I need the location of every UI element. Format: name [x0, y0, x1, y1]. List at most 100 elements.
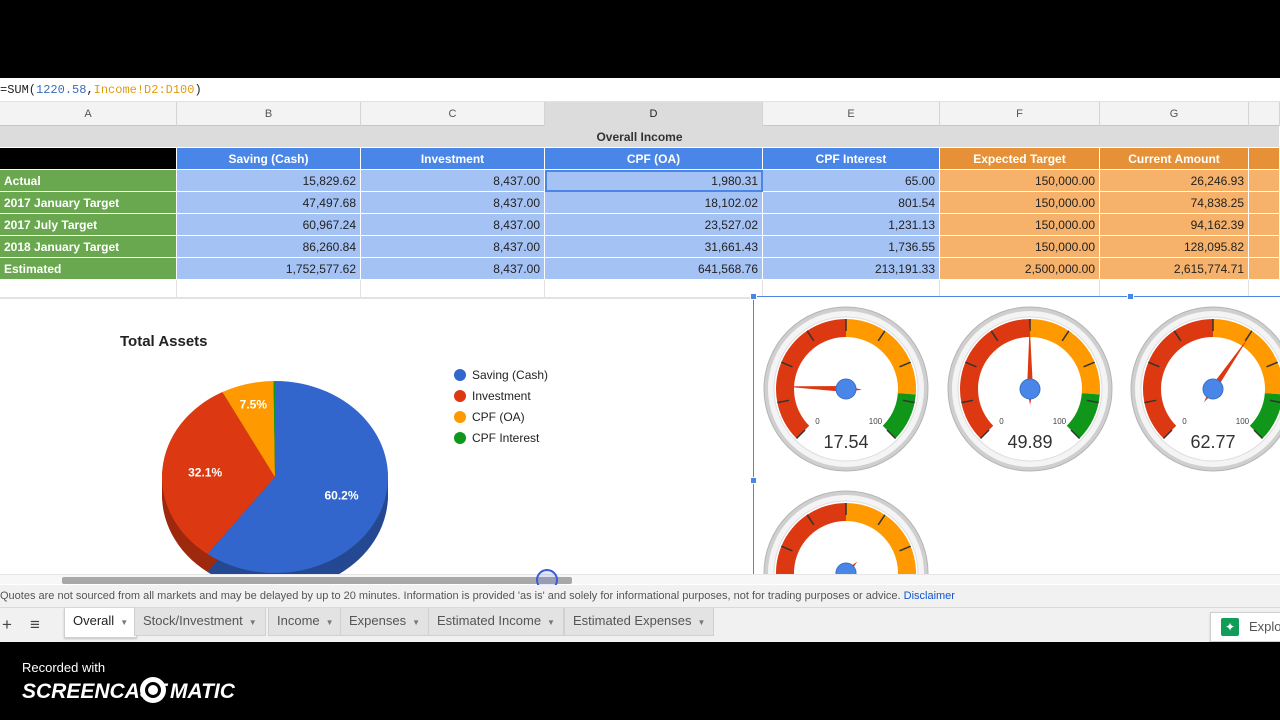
- column-header-f[interactable]: F: [940, 102, 1100, 126]
- empty-cell[interactable]: [361, 280, 545, 298]
- all-sheets-icon[interactable]: ≡: [22, 608, 48, 642]
- cell-saving-cash[interactable]: 60,967.24: [177, 214, 361, 236]
- tab-overall[interactable]: Overall ▼: [64, 608, 138, 638]
- header-cpf-oa[interactable]: CPF (OA): [545, 148, 763, 170]
- pie-data-label: 60.2%: [324, 489, 358, 503]
- gauge-max-label: 100: [1236, 417, 1250, 426]
- cell-cpf-interest[interactable]: 65.00: [763, 170, 940, 192]
- gauge-chart[interactable]: 010017.54010049.89010062.77 0100: [750, 293, 1280, 642]
- cell-overflow[interactable]: [1249, 170, 1280, 192]
- cell-saving-cash[interactable]: 47,497.68: [177, 192, 361, 214]
- explore-button[interactable]: ✦ Explore: [1210, 612, 1280, 642]
- empty-cell[interactable]: [545, 280, 763, 298]
- disclaimer-link[interactable]: Disclaimer: [904, 590, 955, 602]
- tab-income[interactable]: Income ▼: [268, 608, 343, 636]
- resize-handle-middle-left[interactable]: [750, 477, 757, 484]
- cell-current-amount[interactable]: 128,095.82: [1100, 236, 1249, 258]
- tab-estimated-expenses[interactable]: Estimated Expenses ▼: [564, 608, 715, 636]
- cell-expected-target[interactable]: 150,000.00: [940, 214, 1100, 236]
- gauge-4[interactable]: 0100: [763, 490, 929, 642]
- cell-saving-cash[interactable]: 86,260.84: [177, 236, 361, 258]
- column-header-g[interactable]: G: [1100, 102, 1249, 126]
- add-sheet-icon[interactable]: +: [0, 608, 14, 642]
- row-label[interactable]: 2017 January Target: [0, 192, 177, 214]
- empty-cell[interactable]: [177, 280, 361, 298]
- tab-menu-icon[interactable]: ▼: [698, 618, 706, 627]
- tab-menu-icon[interactable]: ▼: [249, 618, 257, 627]
- tab-estimated-income[interactable]: Estimated Income ▼: [428, 608, 564, 636]
- gauge-1[interactable]: 0 10017.54: [763, 306, 929, 472]
- column-header-c[interactable]: C: [361, 102, 545, 126]
- cell-current-amount[interactable]: 2,615,774.71: [1100, 258, 1249, 280]
- cell-overflow[interactable]: [1249, 192, 1280, 214]
- recorded-with-text: Recorded with: [22, 660, 106, 675]
- resize-handle-top-middle[interactable]: [1127, 293, 1134, 300]
- cell-investment[interactable]: 8,437.00: [361, 170, 545, 192]
- column-header-b[interactable]: B: [177, 102, 361, 126]
- header-saving-cash[interactable]: Saving (Cash): [177, 148, 361, 170]
- gauge-max-label: 100: [1053, 417, 1067, 426]
- row-label[interactable]: 2017 July Target: [0, 214, 177, 236]
- tab-menu-icon[interactable]: ▼: [547, 618, 555, 627]
- empty-cell[interactable]: [0, 280, 177, 298]
- cell-overflow[interactable]: [1249, 236, 1280, 258]
- header-expected-target[interactable]: Expected Target: [940, 148, 1100, 170]
- cell-cpf-interest[interactable]: 1,736.55: [763, 236, 940, 258]
- cell-cpf-oa[interactable]: 31,661.43: [545, 236, 763, 258]
- cell-saving-cash[interactable]: 15,829.62: [177, 170, 361, 192]
- cell-expected-target[interactable]: 150,000.00: [940, 170, 1100, 192]
- header-current-amount[interactable]: Current Amount: [1100, 148, 1249, 170]
- tab-label: Estimated Income: [437, 613, 542, 628]
- table-row: Estimated 1,752,577.62 8,437.00 641,568.…: [0, 258, 1280, 280]
- scrollbar-thumb[interactable]: [62, 577, 572, 584]
- sheet-title[interactable]: Overall Income: [0, 126, 1280, 148]
- cell-current-amount[interactable]: 26,246.93: [1100, 170, 1249, 192]
- cell-cpf-oa[interactable]: 23,527.02: [545, 214, 763, 236]
- cell-cpf-oa-selected[interactable]: 1,980.31: [545, 170, 763, 192]
- cell-current-amount[interactable]: 74,838.25: [1100, 192, 1249, 214]
- cell-expected-target[interactable]: 150,000.00: [940, 236, 1100, 258]
- cell-investment[interactable]: 8,437.00: [361, 258, 545, 280]
- column-header-e[interactable]: E: [763, 102, 940, 126]
- formula-bar[interactable]: =SUM(1220.58,Income!D2:D100): [0, 78, 1280, 102]
- explore-label: Explore: [1249, 619, 1280, 634]
- cell-investment[interactable]: 8,437.00: [361, 236, 545, 258]
- gauge-2[interactable]: 0 10049.89: [947, 306, 1113, 472]
- gauge-3[interactable]: 0 10062.77: [1130, 306, 1280, 472]
- tab-menu-icon[interactable]: ▼: [412, 618, 420, 627]
- cell-cpf-interest[interactable]: 801.54: [763, 192, 940, 214]
- tab-menu-icon[interactable]: ▼: [326, 618, 334, 627]
- cell-cpf-interest[interactable]: 213,191.33: [763, 258, 940, 280]
- row-label[interactable]: Estimated: [0, 258, 177, 280]
- cell-overflow[interactable]: [1249, 214, 1280, 236]
- header-blank-cell[interactable]: [0, 148, 177, 170]
- column-header-h[interactable]: [1249, 102, 1280, 126]
- column-header-d[interactable]: D: [545, 102, 763, 126]
- cell-expected-target[interactable]: 150,000.00: [940, 192, 1100, 214]
- gauge-value-label: 17.54: [823, 432, 868, 452]
- column-header-a[interactable]: A: [0, 102, 177, 126]
- cell-cpf-interest[interactable]: 1,231.13: [763, 214, 940, 236]
- cell-expected-target[interactable]: 2,500,000.00: [940, 258, 1100, 280]
- cell-cpf-oa[interactable]: 18,102.02: [545, 192, 763, 214]
- cell-investment[interactable]: 8,437.00: [361, 192, 545, 214]
- tab-label: Overall: [73, 613, 115, 628]
- cell-current-amount[interactable]: 94,162.39: [1100, 214, 1249, 236]
- cell-investment[interactable]: 8,437.00: [361, 214, 545, 236]
- header-overflow-cell[interactable]: [1249, 148, 1280, 170]
- gauge-value-label: 49.89: [1007, 432, 1052, 452]
- tab-menu-icon[interactable]: ▼: [120, 618, 128, 627]
- resize-handle-top-left[interactable]: [750, 293, 757, 300]
- header-investment[interactable]: Investment: [361, 148, 545, 170]
- cell-overflow[interactable]: [1249, 258, 1280, 280]
- tab-expenses[interactable]: Expenses ▼: [340, 608, 430, 636]
- horizontal-scrollbar[interactable]: [0, 569, 1280, 591]
- cell-saving-cash[interactable]: 1,752,577.62: [177, 258, 361, 280]
- legend-label: CPF Interest: [472, 431, 540, 445]
- row-label[interactable]: 2018 January Target: [0, 236, 177, 258]
- tab-stock-investment[interactable]: Stock/Investment ▼: [134, 608, 266, 636]
- row-label[interactable]: Actual: [0, 170, 177, 192]
- pie-chart[interactable]: Total Assets 60.2% 32.1% 7.5% Saving (Cash…: [0, 298, 752, 591]
- header-cpf-interest[interactable]: CPF Interest: [763, 148, 940, 170]
- cell-cpf-oa[interactable]: 641,568.76: [545, 258, 763, 280]
